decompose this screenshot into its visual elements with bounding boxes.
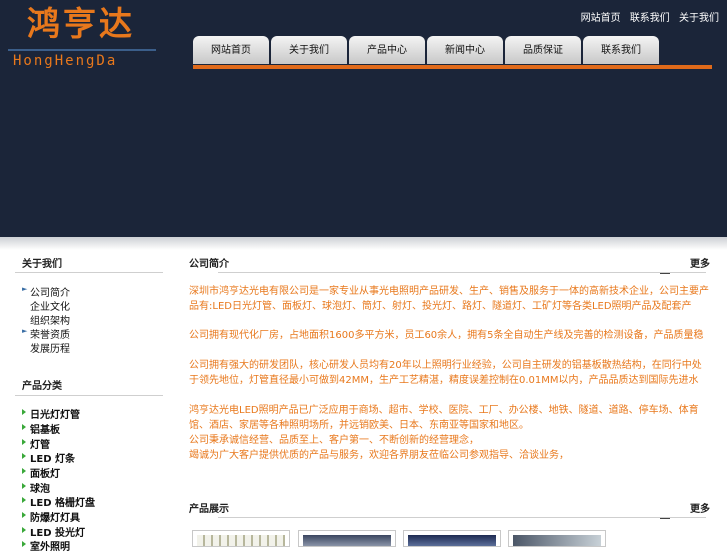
nav-underline [193, 65, 712, 69]
bullet-icon [22, 468, 26, 474]
product-image [513, 535, 601, 546]
product-image [408, 535, 496, 546]
logo-divider [8, 49, 156, 51]
category-item[interactable]: LED 灯条 [30, 450, 75, 465]
category-item[interactable]: 室外照明 [30, 538, 70, 553]
product-thumbnail[interactable] [298, 530, 396, 547]
bullet-icon [22, 512, 26, 518]
nav-tab-news[interactable]: 新闻中心 [427, 36, 503, 64]
top-link-about[interactable]: 关于我们 [679, 13, 719, 24]
about-item[interactable]: 发展历程 [30, 340, 70, 355]
category-item[interactable]: 灯管 [30, 436, 50, 451]
product-thumbnail[interactable] [403, 530, 501, 547]
intro-divider-mark [660, 273, 670, 274]
category-divider [15, 395, 163, 396]
products-more-link[interactable]: 更多 [690, 500, 710, 515]
product-thumbnail[interactable] [508, 530, 606, 547]
about-item[interactable]: 荣誉资质 [30, 326, 70, 341]
bullet-icon [22, 527, 26, 533]
nav-tab-about[interactable]: 关于我们 [271, 36, 347, 64]
category-item[interactable]: LED 投光灯 [30, 524, 85, 539]
bullet-icon [22, 439, 26, 445]
nav-tab-products[interactable]: 产品中心 [349, 36, 425, 64]
intro-more-link[interactable]: 更多 [690, 255, 710, 270]
intro-paragraph: 公司拥有现代化厂房，占地面积1600多平方米，员工60余人，拥有5条全自动生产线… [189, 330, 704, 341]
product-image [197, 535, 285, 546]
category-item[interactable]: 防爆灯灯具 [30, 509, 80, 524]
about-item[interactable]: 公司简介 [30, 284, 70, 299]
product-thumbnail[interactable] [192, 530, 290, 547]
category-item[interactable]: 铝基板 [30, 421, 60, 436]
bullet-icon [22, 409, 26, 415]
about-divider [15, 272, 163, 273]
header-band [0, 237, 727, 250]
bullet-icon: ► [22, 285, 28, 293]
bullet-icon [22, 483, 26, 489]
category-item[interactable]: 球泡 [30, 480, 50, 495]
logo[interactable]: 鸿亨达 [27, 4, 135, 44]
category-item[interactable]: LED 格栅灯盘 [30, 494, 95, 509]
intro-paragraph: 公司拥有强大的研发团队，核心研发人员均有20年以上照明行业经验，公司自主研发的铝… [189, 360, 702, 386]
about-item[interactable]: 组织架构 [30, 312, 70, 327]
products-section-title: 产品展示 [189, 504, 229, 515]
products-divider [218, 517, 706, 518]
bullet-icon [22, 453, 26, 459]
top-link-contact[interactable]: 联系我们 [630, 13, 670, 24]
nav-tab-contact[interactable]: 联系我们 [583, 36, 659, 64]
category-item[interactable]: 面板灯 [30, 465, 60, 480]
top-links: 网站首页 联系我们 关于我们 [575, 9, 719, 24]
nav-tab-home[interactable]: 网站首页 [193, 36, 269, 64]
intro-paragraph: 鸿亨达光电LED照明产品已广泛应用于商场、超市、学校、医院、工厂、办公楼、地铁、… [189, 405, 699, 461]
category-item[interactable]: 日光灯灯管 [30, 406, 80, 421]
category-section-title: 产品分类 [22, 381, 62, 392]
top-link-home[interactable]: 网站首页 [581, 13, 621, 24]
about-section-title: 关于我们 [22, 259, 62, 270]
bullet-icon [22, 541, 26, 547]
product-image [303, 535, 391, 546]
intro-paragraph: 深圳市鸿亨达光电有限公司是一家专业从事光电照明产品研发、生产、销售及服务于一体的… [189, 286, 709, 312]
bullet-icon [22, 497, 26, 503]
nav-tab-quality[interactable]: 品质保证 [505, 36, 581, 64]
intro-divider [218, 272, 706, 273]
logo-english: HongHengDa [13, 53, 118, 69]
about-item[interactable]: 企业文化 [30, 298, 70, 313]
bullet-icon [22, 424, 26, 430]
intro-section-title: 公司简介 [189, 259, 229, 270]
products-divider-mark [660, 518, 670, 519]
bullet-icon: ► [22, 327, 28, 335]
